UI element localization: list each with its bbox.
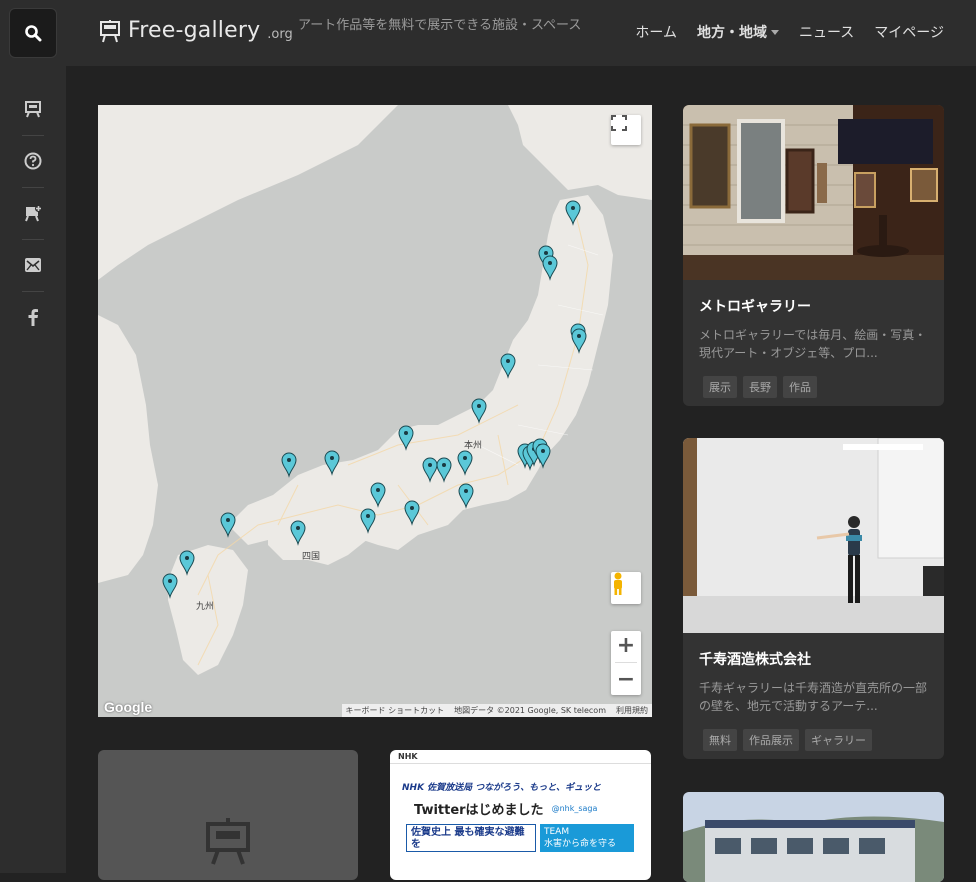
nhk-twitter-row: Twitterはじめました @nhk_saga (390, 793, 651, 818)
sidebar-contact[interactable] (0, 250, 66, 280)
zoom-in-button[interactable]: + (617, 633, 635, 659)
nhk-twitter-text: Twitterはじめました (414, 803, 544, 818)
sidebar-help[interactable] (0, 146, 66, 176)
gallery-card[interactable]: メトロギャラリー メトロギャラリーでは毎月、絵画・写真・現代アート・オブジェ等、… (683, 105, 944, 406)
logo-text: Free-gallery (128, 18, 261, 43)
tag[interactable]: ギャラリー (805, 729, 872, 751)
nhk-brand: NHK (398, 752, 418, 761)
zoom-divider (615, 662, 637, 664)
nhk-banner-right: TEAM 水害から命を守る (540, 824, 634, 852)
card-title[interactable]: 千寿酒造株式会社 (699, 649, 928, 669)
zoom-out-button[interactable]: − (617, 667, 635, 693)
chevron-down-icon (770, 30, 779, 35)
card-description: 千寿ギャラリーは千寿酒造が直売所の一部の壁を、地元で活動するアーテ... (699, 681, 928, 713)
map-data-credit: 地図データ ©2021 Google, SK telecom (454, 706, 606, 715)
map-marker-icon[interactable] (542, 255, 558, 281)
nhk-headline: NHK 佐賀放送局 つながろう、もっと、ギュッと (402, 783, 601, 793)
card-photo-senju (683, 438, 944, 633)
facebook-icon (28, 309, 38, 326)
map-marker-icon[interactable] (571, 328, 587, 354)
map-marker-icon[interactable] (220, 512, 236, 538)
zoom-control: + − (611, 631, 641, 695)
logo-tld: .org (267, 27, 293, 42)
street-view-button[interactable] (611, 572, 641, 604)
tag[interactable]: 作品 (783, 376, 817, 398)
map-marker-icon[interactable] (458, 483, 474, 509)
map-marker-icon[interactable] (179, 550, 195, 576)
map-marker-icon[interactable] (360, 508, 376, 534)
nav-region-label: 地方・地域 (696, 25, 767, 41)
tag[interactable]: 長野 (743, 376, 777, 398)
card-photo-building (683, 792, 944, 882)
nhk-topbar: NHK (390, 750, 651, 764)
nav-mypage[interactable]: マイページ (874, 22, 944, 42)
fullscreen-button[interactable] (611, 115, 641, 145)
search-button[interactable] (9, 8, 57, 58)
map-marker-icon[interactable] (324, 450, 340, 476)
map-pins (162, 200, 587, 599)
tag[interactable]: 無料 (703, 729, 737, 751)
nhk-team: TEAM (544, 827, 570, 837)
sidebar (0, 66, 66, 873)
nav-home[interactable]: ホーム (635, 22, 677, 42)
nav-region[interactable]: 地方・地域 (697, 22, 779, 42)
card-title[interactable]: メトロギャラリー (699, 296, 928, 316)
map-marker-icon[interactable] (290, 520, 306, 546)
gallery-map[interactable]: 本州 四国 九州 + − Google キーボード ショートカット 地図データ … (98, 105, 652, 717)
map-marker-icon[interactable] (422, 457, 438, 483)
easel-plus-icon (25, 205, 42, 222)
pegman-icon (614, 572, 622, 595)
sidebar-divider (22, 135, 44, 136)
sidebar-divider (22, 239, 44, 240)
map-marker-icon[interactable] (535, 443, 551, 469)
map-marker-icon[interactable] (500, 353, 516, 379)
map-marker-icon[interactable] (398, 425, 414, 451)
tag[interactable]: 展示 (703, 376, 737, 398)
site-tagline: アート作品等を無料で展示できる施設・スペース (298, 18, 582, 33)
map-marker-icon[interactable] (436, 457, 452, 483)
gallery-card[interactable]: 千寿酒造株式会社 千寿ギャラリーは千寿酒造が直売所の一部の壁を、地元で活動するア… (683, 438, 944, 759)
nhk-headline-row: NHK 佐賀放送局 つながろう、もっと、ギュッと (390, 764, 651, 793)
nhk-banner: 佐賀史上 最も確実な避難を TEAM 水害から命を守る (406, 824, 651, 852)
card-tags: 展示 長野 作品 (703, 376, 944, 398)
easel-placeholder-icon (206, 818, 250, 865)
nhk-banner-left: 佐賀史上 最も確実な避難を (406, 824, 536, 852)
nav-news[interactable]: ニュース (799, 22, 854, 42)
easel-logo-icon (100, 19, 120, 42)
nhk-team-sub: 水害から命を守る (544, 839, 617, 849)
map-marker-icon[interactable] (471, 398, 487, 424)
map-attribution: キーボード ショートカット 地図データ ©2021 Google, SK tel… (341, 704, 652, 717)
gallery-card[interactable] (683, 792, 944, 882)
question-icon (24, 152, 42, 170)
map-marker-icon[interactable] (281, 452, 297, 478)
card-tags: 無料 作品展示 ギャラリー (703, 729, 944, 751)
search-icon (25, 25, 42, 42)
sidebar-gallery[interactable] (0, 94, 66, 124)
terms-link[interactable]: 利用規約 (616, 705, 648, 716)
main-nav: ホーム 地方・地域 ニュース マイページ (635, 22, 944, 42)
gallery-card-placeholder[interactable] (98, 750, 358, 880)
site-logo[interactable]: Free-gallery .org (98, 18, 293, 43)
mail-icon (25, 258, 41, 272)
sidebar-facebook[interactable] (0, 302, 66, 332)
fullscreen-icon (611, 115, 627, 131)
gallery-card-nhk[interactable]: NHK NHK 佐賀放送局 つながろう、もっと、ギュッと Twitterはじめま… (390, 750, 651, 880)
keyboard-shortcuts-link[interactable]: キーボード ショートカット (346, 705, 445, 716)
map-marker-icon[interactable] (404, 500, 420, 526)
easel-icon (25, 101, 41, 118)
card-photo-metro (683, 105, 944, 280)
google-logo: Google (104, 699, 153, 715)
header: Free-gallery .org アート作品等を無料で展示できる施設・スペース … (0, 0, 976, 66)
sidebar-divider (22, 291, 44, 292)
tag[interactable]: 作品展示 (743, 729, 799, 751)
map-marker-icon[interactable] (370, 482, 386, 508)
sidebar-post[interactable] (0, 198, 66, 228)
map-marker-icon[interactable] (565, 200, 581, 226)
nhk-handle: @nhk_saga (551, 804, 598, 813)
map-marker-icon[interactable] (162, 573, 178, 599)
sidebar-divider (22, 187, 44, 188)
map-marker-icon[interactable] (457, 450, 473, 476)
card-description: メトロギャラリーでは毎月、絵画・写真・現代アート・オブジェ等、プロ... (699, 328, 927, 360)
